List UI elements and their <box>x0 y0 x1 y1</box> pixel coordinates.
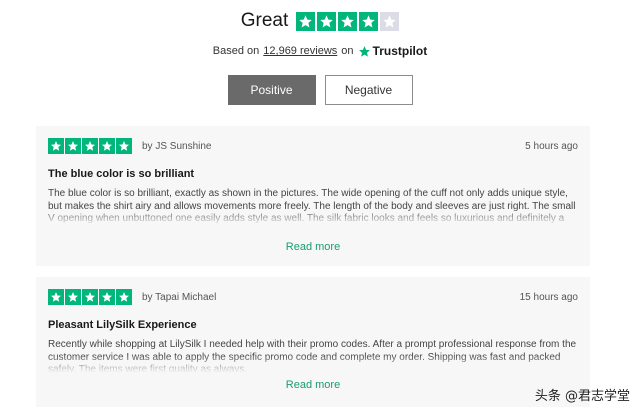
review-header: by Tapai Michael 15 hours ago <box>48 289 578 305</box>
star-icon <box>65 138 81 154</box>
negative-filter-button[interactable]: Negative <box>324 75 413 105</box>
star-icon <box>296 11 316 31</box>
star-icon <box>359 11 379 31</box>
half-star-icon <box>380 11 400 31</box>
review-author: by JS Sunshine <box>142 140 212 152</box>
review-title: Pleasant LilySilk Experience <box>48 319 197 331</box>
review-time: 15 hours ago <box>519 291 578 303</box>
star-icon <box>116 289 132 305</box>
based-on-line: Based on 12,969 reviews on Trustpilot <box>0 44 640 58</box>
review-header: by JS Sunshine 5 hours ago <box>48 138 578 154</box>
review-card: by Tapai Michael 15 hours ago Pleasant L… <box>36 277 590 407</box>
star-icon <box>317 11 337 31</box>
filter-toggle: Positive Negative <box>0 75 640 105</box>
trustpilot-star-icon <box>358 45 370 57</box>
rating-word: Great <box>240 10 289 31</box>
review-stars <box>48 138 132 154</box>
review-time: 5 hours ago <box>525 140 578 152</box>
positive-filter-button[interactable]: Positive <box>227 75 316 105</box>
review-author: by Tapai Michael <box>142 291 217 303</box>
star-icon <box>338 11 358 31</box>
on-text: on <box>341 45 354 57</box>
review-title: The blue color is so brilliant <box>48 168 195 180</box>
trustpilot-brand: Trustpilot <box>372 44 428 58</box>
review-body-container: The blue color is so brilliant, exactly … <box>48 188 578 226</box>
star-icon <box>48 289 64 305</box>
read-more-link[interactable]: Read more <box>36 379 590 391</box>
star-icon <box>48 138 64 154</box>
star-icon <box>116 138 132 154</box>
star-icon <box>82 289 98 305</box>
body-fade <box>48 208 578 226</box>
star-icon <box>82 138 98 154</box>
review-card: by JS Sunshine 5 hours ago The blue colo… <box>36 126 590 266</box>
review-stars <box>48 289 132 305</box>
review-count-link[interactable]: 12,969 reviews <box>263 45 337 57</box>
star-icon <box>99 138 115 154</box>
star-icon <box>65 289 81 305</box>
summary-stars <box>296 11 400 31</box>
body-fade <box>48 355 578 373</box>
based-on-text: Based on <box>212 45 260 57</box>
read-more-link[interactable]: Read more <box>36 241 590 253</box>
watermark: 头条 @君志学堂 <box>534 389 630 404</box>
trustpilot-logo[interactable]: Trustpilot <box>358 44 428 58</box>
rating-summary: Great Based on 12,969 reviews on Trustpi… <box>0 8 640 58</box>
review-body-container: Recently while shopping at LilySilk I ne… <box>48 339 578 373</box>
star-icon <box>99 289 115 305</box>
rating-row: Great <box>0 8 640 34</box>
